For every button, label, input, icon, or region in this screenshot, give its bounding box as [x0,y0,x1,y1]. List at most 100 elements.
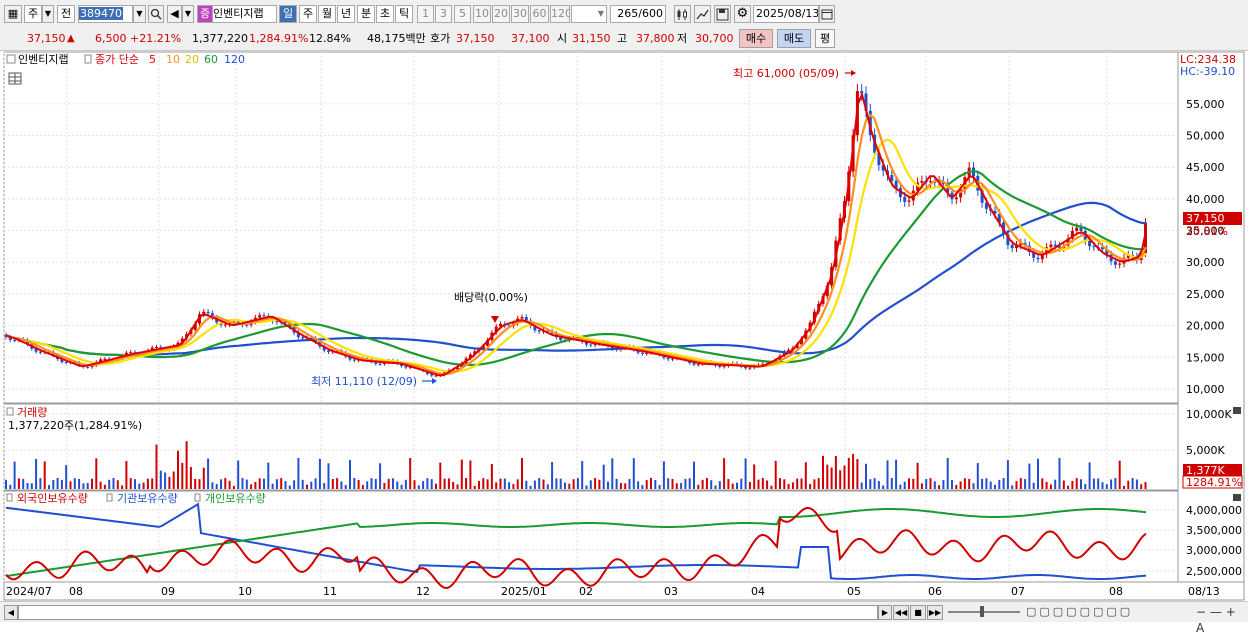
candle-body [155,346,158,348]
candle-body [1118,263,1122,265]
prev-button[interactable]: 전 [57,5,75,23]
chart-draw-icon[interactable] [694,5,711,23]
interval-button-5[interactable]: 30 [511,5,529,23]
chart-area[interactable]: 55,00050,00045,00040,00035,00030,00025,0… [0,51,1248,601]
volume-bar [1080,479,1082,489]
gear-icon[interactable]: ⚙ [734,5,751,23]
volume-bar [280,478,283,489]
period-tab-0[interactable]: 일 [279,5,297,23]
volume-bar [1002,478,1005,489]
zoom-in-icon[interactable]: + [1226,605,1236,619]
period-tab-1[interactable]: 주 [299,5,317,23]
zoom-slider-handle[interactable] [980,606,984,617]
count-field[interactable]: 265/600 [610,5,666,23]
volume-bar [766,480,769,489]
speaker-icon[interactable]: ◀ [167,5,182,23]
save-icon[interactable] [714,5,731,23]
code-input[interactable]: 389470 [78,5,133,23]
volume-bar [116,480,119,489]
x-axis-strip [3,581,1245,601]
candle-body [1075,227,1079,231]
period-tab-2[interactable]: 월 [318,5,336,23]
x-tick: 2024/07 [6,585,52,598]
price-y-tick: 50,000 [1186,129,1225,142]
stock-name-field[interactable]: 인벤티지랩 [213,5,277,23]
ask-price: 37,150 [456,32,495,45]
volume-bar [26,483,29,489]
volume-bar [830,467,833,489]
volume-bar [740,478,743,489]
volume-bar [447,478,450,489]
x-tick: 12 [416,585,430,598]
view-tools[interactable]: ▢▢▢▢▢▢▢▢ [1026,605,1186,619]
volume-bar [675,483,678,489]
candle-body [1092,246,1096,248]
auto-scale-icon[interactable]: A [1196,621,1204,635]
candle-type-icon[interactable] [674,5,691,23]
volume-bar [284,481,287,489]
sell-button[interactable]: 매도 [777,29,811,48]
volume-bar [628,479,631,489]
scroll-track[interactable] [18,605,878,620]
volume-bar [985,478,988,489]
legend-box-icon[interactable] [6,54,16,64]
volume-bar [17,478,20,489]
volume-close-icon[interactable] [1233,407,1241,414]
scroll-left-icon[interactable]: ◀ [4,605,18,620]
volume-bar [499,478,502,489]
interval-button-4[interactable]: 20 [492,5,510,23]
interval-button-3[interactable]: 10 [473,5,491,23]
zoom-out-icon[interactable]: − [1196,605,1206,619]
volume-bar [1037,458,1039,489]
scroll-right-icon[interactable]: ▶ [878,605,892,620]
holding-close-icon[interactable] [1233,494,1241,501]
volume-bar [396,481,399,489]
date-field[interactable]: 2025/08/13 [753,5,819,23]
volume-bar [86,482,89,489]
period-tab-4[interactable]: 분 [357,5,375,23]
search-icon[interactable] [148,5,164,23]
interval-button-6[interactable]: 60 [530,5,549,23]
calendar-icon[interactable] [819,5,835,23]
buy-button[interactable]: 매수 [739,29,773,48]
volume-bar [783,479,786,489]
stop-icon[interactable]: ■ [910,605,926,620]
volume-bar [486,479,489,489]
volume-bar [731,483,734,489]
zoom-reset-icon[interactable]: — [1210,605,1222,619]
volume-bar [1101,482,1104,489]
forward-icon[interactable]: ▶▶ [927,605,943,620]
volume-bar [151,478,154,489]
interval-custom-select[interactable]: ▼ [571,5,607,23]
rewind-icon[interactable]: ◀◀ [893,605,909,620]
chart-scrollbar[interactable]: ◀ ▶ ◀◀ ■ ▶▶ ▢▢▢▢▢▢▢▢ − — + A [0,601,1248,635]
volume-bar [753,464,756,489]
volume-bar [963,478,966,489]
volume-bar [1071,480,1074,489]
volume-bar [456,484,459,489]
interval-button-7[interactable]: 120 [550,5,570,23]
interval-button-0[interactable]: 1 [417,5,434,23]
volume-bar [301,479,304,489]
volume-bar [327,463,330,489]
current-price: 37,150 [27,32,66,45]
period-tab-6[interactable]: 틱 [395,5,413,23]
volume-bar [697,484,700,489]
avg-button[interactable]: 평 [815,29,835,48]
period-tab-3[interactable]: 년 [337,5,355,23]
interval-button-1[interactable]: 3 [435,5,452,23]
volume-bar [843,465,846,489]
volume-bar [82,483,85,489]
hc-label: HC:-39.10 [1180,65,1235,78]
zoom-slider[interactable] [948,611,1020,613]
candle-body [1010,244,1014,249]
chevron-down-icon[interactable]: ▼ [42,5,54,23]
period-tab-5[interactable]: 초 [376,5,394,23]
zoom-controls[interactable]: − — + A [1196,604,1246,635]
code-dropdown-icon[interactable]: ▼ [133,5,146,23]
market-select[interactable]: 주 [24,5,42,23]
speaker-dropdown-icon[interactable]: ▼ [182,5,194,23]
interval-button-2[interactable]: 5 [454,5,471,23]
window-icon[interactable]: ▦ [4,5,22,23]
x-tick: 03 [664,585,678,598]
